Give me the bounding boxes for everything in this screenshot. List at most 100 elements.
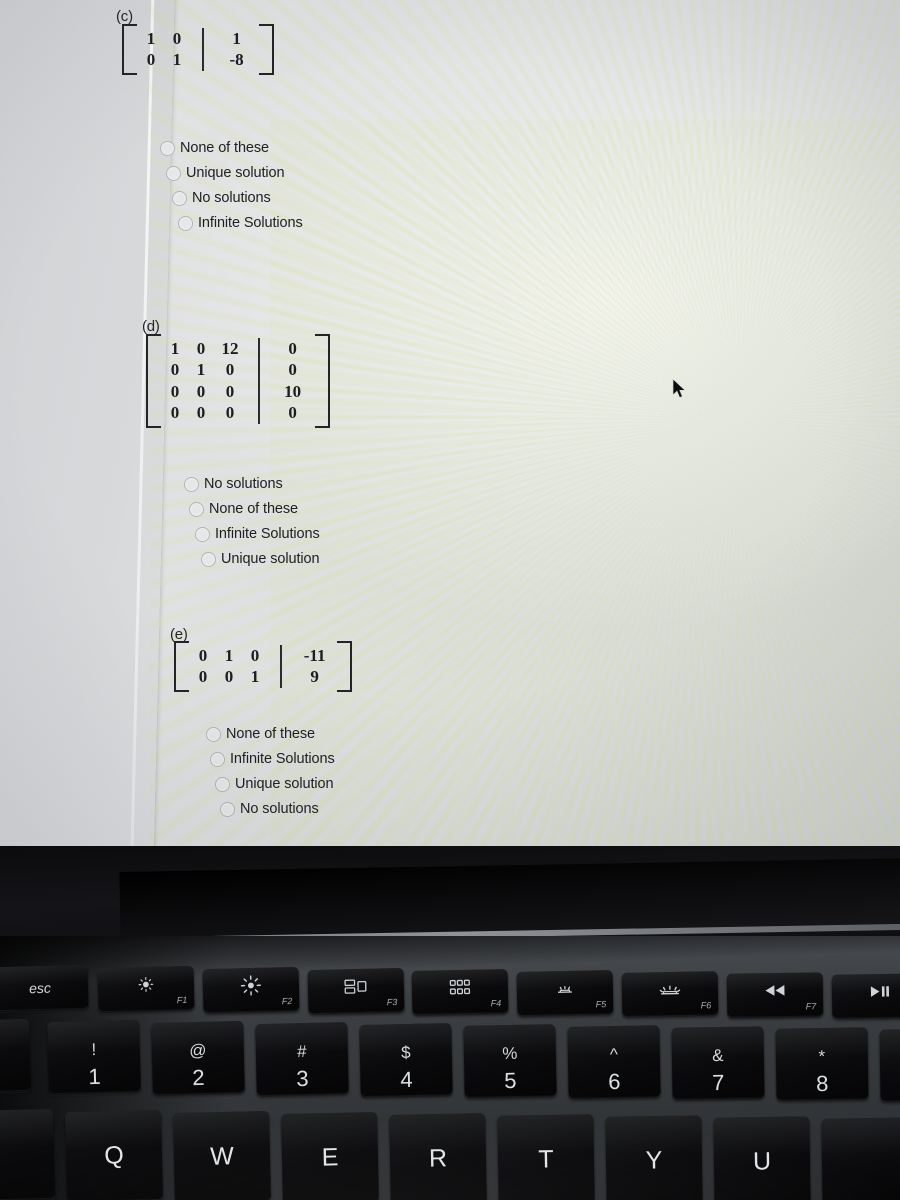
key-number: 3 bbox=[296, 1066, 309, 1092]
radio-button-icon[interactable] bbox=[201, 551, 216, 567]
key-f8[interactable]: F8 bbox=[831, 973, 900, 1019]
matrix-row: 1 0 1 bbox=[138, 28, 258, 50]
key-letter: Y bbox=[645, 1146, 663, 1175]
key-letter: U bbox=[752, 1147, 772, 1176]
key-letter: W bbox=[209, 1142, 235, 1171]
key-backtick[interactable]: ~ ` bbox=[0, 1018, 31, 1094]
augment-divider bbox=[258, 338, 260, 360]
radio-button-icon[interactable] bbox=[195, 526, 210, 542]
key-highlight bbox=[0, 1018, 30, 1052]
option-d-0[interactable]: No solutions bbox=[184, 476, 320, 492]
key-f2-label: F2 bbox=[281, 995, 293, 1007]
option-e-0[interactable]: None of these bbox=[206, 726, 335, 742]
matrix-cell: 0 bbox=[196, 403, 206, 423]
key-8[interactable]: * 8 bbox=[775, 1027, 869, 1101]
mouse-pointer-icon bbox=[672, 378, 688, 400]
key-f5[interactable]: F5 bbox=[516, 970, 614, 1016]
key-f6[interactable]: F6 bbox=[621, 971, 719, 1017]
key-symbol: * bbox=[818, 1047, 826, 1067]
radio-button-icon[interactable] bbox=[220, 801, 235, 817]
matrix-cell: 0 bbox=[170, 381, 180, 401]
option-group-c: None of these Unique solution No solutio… bbox=[160, 140, 303, 240]
radio-button-icon[interactable] bbox=[160, 140, 175, 156]
key-9-partial[interactable] bbox=[879, 1028, 900, 1102]
key-tab-partial[interactable] bbox=[0, 1108, 56, 1200]
matrix-cell: 0 bbox=[170, 403, 180, 423]
key-highlight bbox=[879, 1028, 900, 1060]
key-6[interactable]: ^ 6 bbox=[567, 1025, 661, 1099]
option-c-0[interactable]: None of these bbox=[160, 140, 303, 156]
matrix-cell: 0 bbox=[198, 667, 208, 687]
key-5[interactable]: % 5 bbox=[463, 1024, 557, 1098]
key-t[interactable]: T bbox=[497, 1114, 595, 1200]
option-c-2[interactable]: No solutions bbox=[172, 190, 303, 206]
key-f4[interactable]: F4 bbox=[411, 968, 509, 1016]
radio-button-icon[interactable] bbox=[206, 726, 221, 742]
radio-button-icon[interactable] bbox=[189, 501, 204, 517]
radio-button-icon[interactable] bbox=[215, 776, 230, 792]
key-f3[interactable]: F3 bbox=[307, 967, 405, 1015]
key-2[interactable]: @ 2 bbox=[151, 1020, 245, 1096]
key-q[interactable]: Q bbox=[64, 1109, 164, 1200]
key-e[interactable]: E bbox=[281, 1112, 379, 1200]
key-f6-label: F6 bbox=[700, 1000, 712, 1011]
key-w[interactable]: W bbox=[172, 1110, 272, 1200]
option-label: Infinite Solutions bbox=[215, 526, 320, 542]
augment-divider bbox=[258, 380, 260, 403]
key-letter: T bbox=[538, 1145, 554, 1174]
play-pause-icon bbox=[869, 985, 891, 1003]
matrix-cell: 1 bbox=[250, 667, 260, 687]
radio-button-icon[interactable] bbox=[210, 751, 225, 767]
key-f1[interactable]: F1 bbox=[97, 965, 195, 1013]
option-e-1[interactable]: Infinite Solutions bbox=[210, 751, 335, 767]
key-f5-label: F5 bbox=[595, 999, 607, 1010]
option-e-3[interactable]: No solutions bbox=[220, 801, 335, 817]
radio-button-icon[interactable] bbox=[172, 190, 187, 206]
matrix-cell-aug: 10 bbox=[284, 381, 302, 401]
key-3[interactable]: # 3 bbox=[255, 1021, 349, 1097]
key-symbol: @ bbox=[188, 1041, 207, 1061]
option-c-3[interactable]: Infinite Solutions bbox=[178, 215, 303, 231]
augment-divider bbox=[258, 402, 260, 424]
key-f7[interactable]: F7 bbox=[726, 972, 824, 1018]
key-f2[interactable]: F2 bbox=[202, 966, 300, 1014]
matrix-cell: 0 bbox=[225, 403, 235, 423]
option-d-1[interactable]: None of these bbox=[189, 501, 320, 517]
matrix-row: 0 1 0 -11 bbox=[190, 645, 336, 667]
key-y[interactable]: Y bbox=[605, 1115, 703, 1200]
option-c-1[interactable]: Unique solution bbox=[166, 165, 303, 181]
key-number: 6 bbox=[608, 1069, 621, 1095]
key-u[interactable]: U bbox=[713, 1116, 811, 1200]
key-letter: R bbox=[428, 1144, 448, 1173]
matrix-cell: 1 bbox=[172, 50, 182, 70]
question-label-c: (c) bbox=[116, 8, 133, 25]
key-symbol: & bbox=[712, 1046, 724, 1066]
radio-button-icon[interactable] bbox=[178, 215, 193, 231]
matrix-cell: 0 bbox=[172, 29, 182, 48]
key-f3-label: F3 bbox=[386, 997, 398, 1008]
matrix-row: 0 0 0 0 bbox=[162, 402, 314, 424]
option-e-2[interactable]: Unique solution bbox=[215, 776, 335, 792]
key-symbol: % bbox=[502, 1044, 518, 1064]
matrix-cell: 0 bbox=[225, 360, 235, 380]
option-d-2[interactable]: Infinite Solutions bbox=[195, 526, 320, 542]
matrix-cell-aug: 0 bbox=[288, 360, 297, 380]
matrix-cell: 0 bbox=[250, 646, 260, 665]
radio-button-icon[interactable] bbox=[184, 476, 199, 492]
matrix-cell: 1 bbox=[146, 29, 156, 48]
key-r[interactable]: R bbox=[389, 1113, 487, 1200]
key-7[interactable]: & 7 bbox=[671, 1026, 765, 1100]
key-4[interactable]: $ 4 bbox=[359, 1023, 453, 1097]
matrix-cell: 0 bbox=[196, 339, 206, 358]
radio-button-icon[interactable] bbox=[166, 165, 181, 181]
matrix-cell: 0 bbox=[225, 381, 235, 401]
option-d-3[interactable]: Unique solution bbox=[201, 551, 320, 567]
key-esc[interactable]: esc bbox=[0, 964, 89, 1012]
option-label: No solutions bbox=[192, 190, 271, 206]
key-esc-label: esc bbox=[28, 979, 52, 997]
key-number: 8 bbox=[815, 1071, 829, 1097]
matrix-cell: 0 bbox=[146, 50, 156, 70]
augment-divider bbox=[202, 49, 204, 71]
key-i-partial[interactable] bbox=[821, 1117, 900, 1200]
key-1[interactable]: ! 1 bbox=[47, 1019, 141, 1095]
